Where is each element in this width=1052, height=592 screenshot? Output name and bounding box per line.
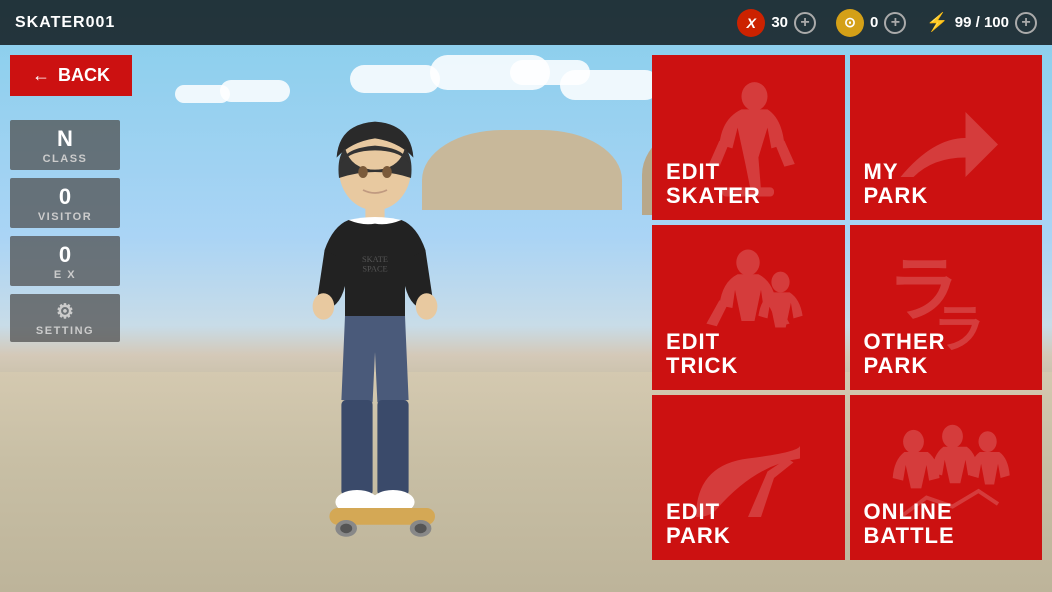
ex-label: E X — [54, 269, 76, 281]
energy-icon: ⚡ — [926, 12, 948, 33]
character-area: SKATE SPACE — [130, 50, 620, 592]
edit-skater-button[interactable]: EDIT SKATER — [652, 55, 845, 220]
x-value: 30 — [771, 14, 788, 31]
my-park-button[interactable]: MY PARK — [850, 55, 1043, 220]
currency-x-group: X 30 + — [737, 9, 816, 37]
coin-icon: ⊙ — [836, 9, 864, 37]
energy-value: 99 / 100 — [955, 14, 1009, 31]
edit-skater-label: EDIT SKATER — [666, 160, 761, 208]
setting-stat-box[interactable]: ⚙ SETTING — [10, 294, 120, 342]
coin-add-button[interactable]: + — [884, 12, 906, 34]
ex-value: 0 — [59, 244, 71, 266]
class-stat-box: N CLASS — [10, 120, 120, 170]
menu-grid: EDIT SKATER MY PARK — [652, 55, 1042, 560]
class-label: CLASS — [43, 153, 88, 165]
character-svg: SKATE SPACE — [215, 112, 535, 592]
left-panel: N CLASS 0 VISITOR 0 E X ⚙ SETTING — [10, 120, 120, 342]
player-name: SKATER001 — [15, 14, 115, 32]
visitor-stat-box: 0 VISITOR — [10, 178, 120, 228]
edit-trick-label: EDIT TRICK — [666, 330, 738, 378]
back-button[interactable]: ← BACK — [10, 55, 132, 96]
online-battle-label: ONLINE BATTLE — [864, 500, 955, 548]
currency-coin-group: ⊙ 0 + — [836, 9, 906, 37]
setting-label: SETTING — [36, 325, 94, 337]
other-park-button[interactable]: ラ ラ OTHER PARK — [850, 225, 1043, 390]
x-icon: X — [737, 9, 765, 37]
back-arrow-icon: ← — [32, 65, 50, 86]
setting-gear-icon: ⚙ — [56, 302, 74, 322]
visitor-value: 0 — [59, 186, 71, 208]
ex-stat-box: 0 E X — [10, 236, 120, 286]
svg-text:SPACE: SPACE — [362, 265, 387, 274]
x-add-button[interactable]: + — [794, 12, 816, 34]
back-label: BACK — [58, 65, 110, 86]
energy-add-button[interactable]: + — [1015, 12, 1037, 34]
other-park-label: OTHER PARK — [864, 330, 946, 378]
edit-park-label: EDIT PARK — [666, 500, 731, 548]
class-value: N — [57, 128, 73, 150]
top-bar: SKATER001 X 30 + ⊙ 0 + ⚡ 99 / 100 + — [0, 0, 1052, 45]
svg-text:SKATE: SKATE — [362, 255, 388, 264]
online-battle-button[interactable]: ONLINE BATTLE — [850, 395, 1043, 560]
edit-trick-button[interactable]: EDIT TRICK — [652, 225, 845, 390]
coin-value: 0 — [870, 14, 878, 31]
my-park-label: MY PARK — [864, 160, 929, 208]
visitor-label: VISITOR — [38, 211, 92, 223]
energy-group: ⚡ 99 / 100 + — [926, 12, 1037, 34]
edit-park-button[interactable]: EDIT PARK — [652, 395, 845, 560]
